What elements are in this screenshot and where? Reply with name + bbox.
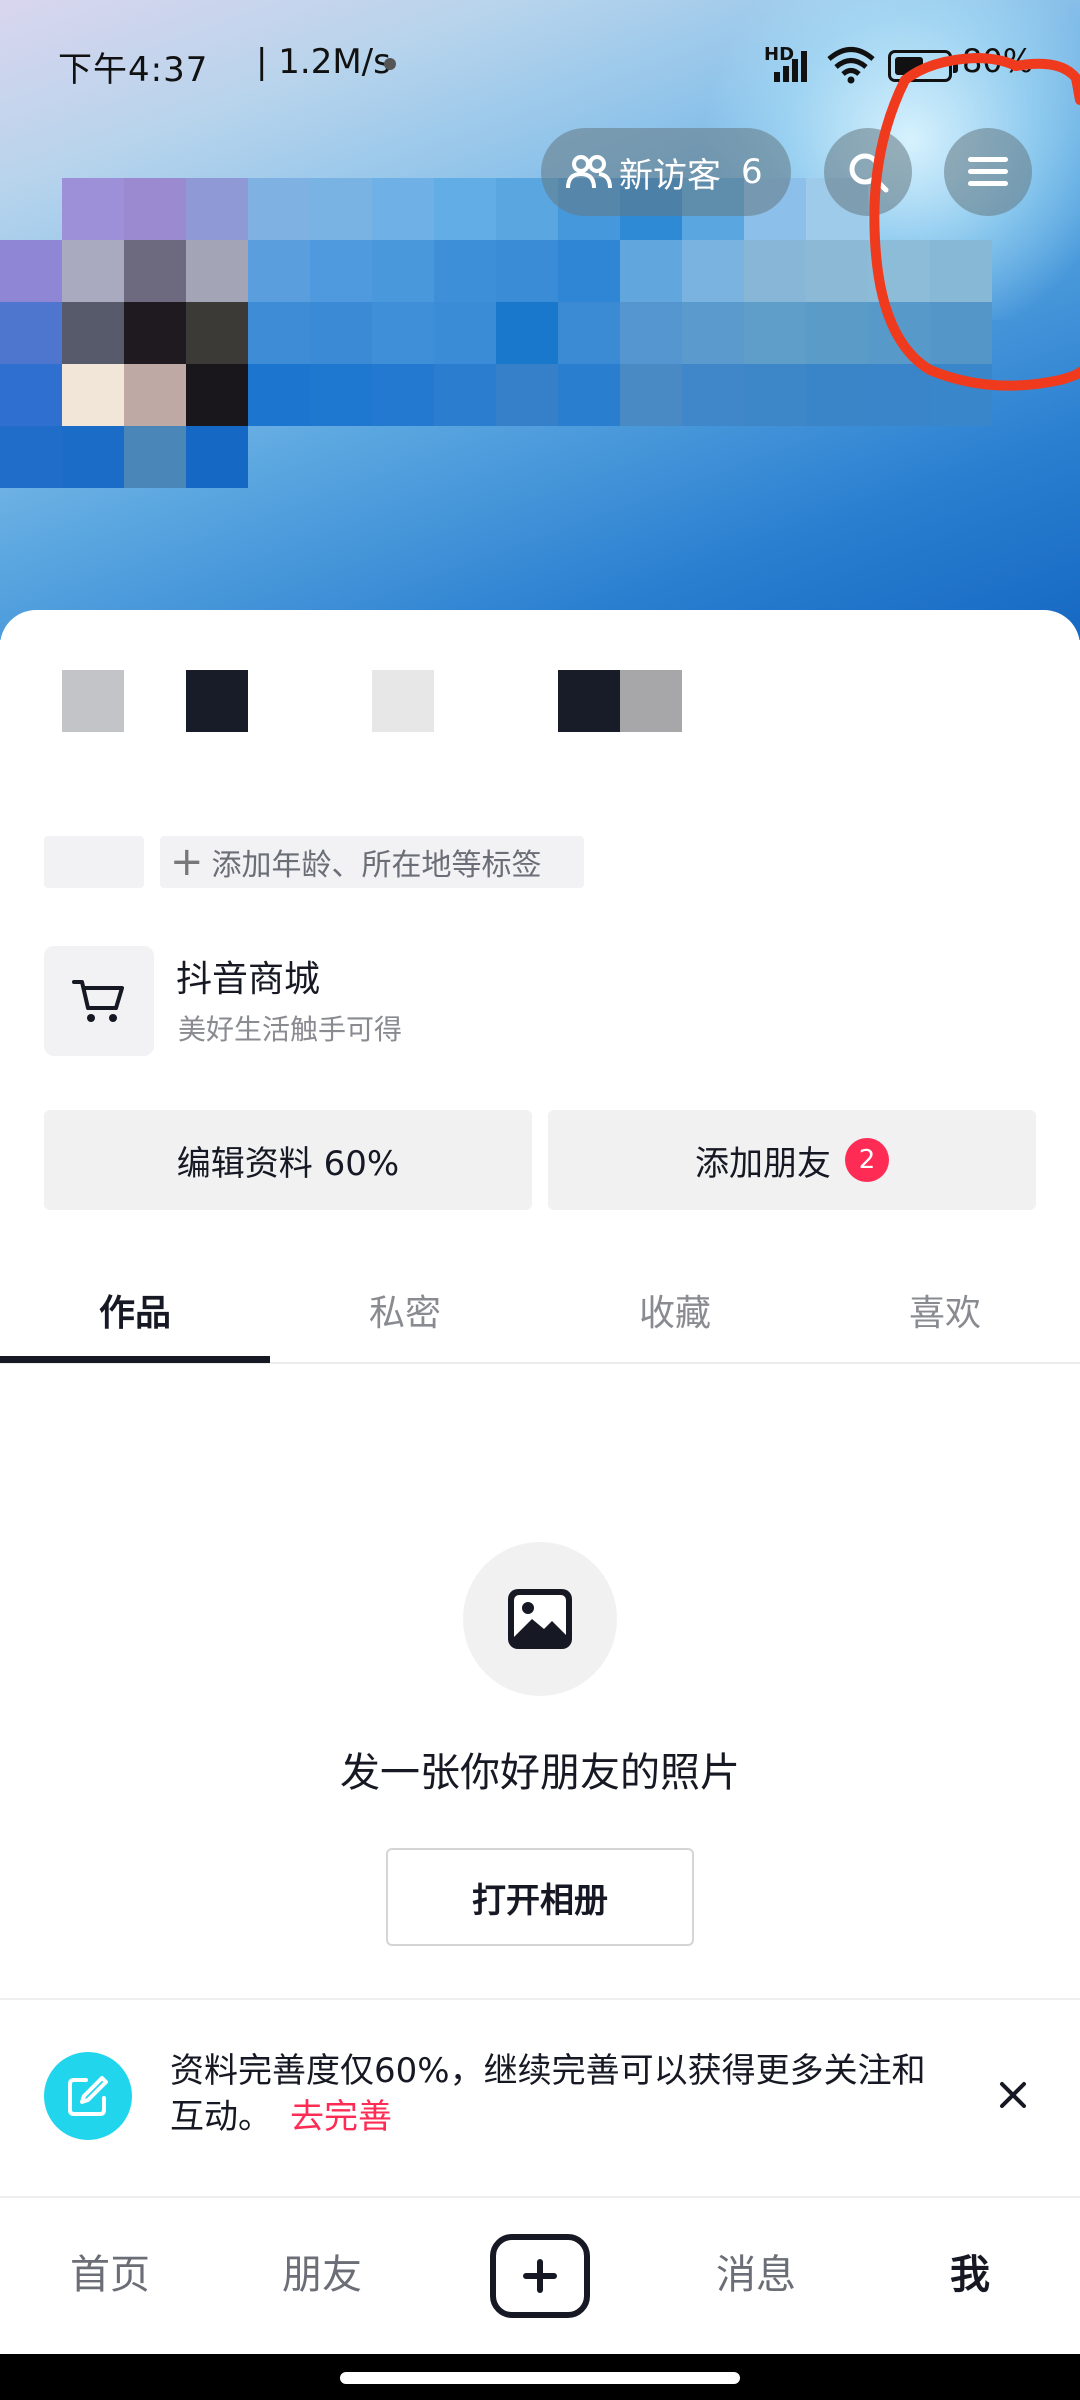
search-icon [849, 153, 889, 193]
complete-profile-link[interactable]: 去完善 [290, 2097, 392, 2137]
empty-state-text: 发一张你好朋友的照片 [340, 1750, 740, 1796]
photo-placeholder [463, 1542, 617, 1696]
new-visitors-count: 6 [741, 152, 763, 192]
battery-icon [888, 50, 958, 82]
menu-button[interactable] [944, 128, 1032, 216]
shopping-cart-icon [72, 980, 124, 1022]
nav-friends[interactable]: 朋友 [282, 2242, 362, 2300]
nav-me[interactable]: 我 [950, 2242, 990, 2300]
notification-dot-icon [384, 58, 396, 70]
home-indicator-bar[interactable] [340, 2372, 740, 2384]
tab-likes[interactable]: 喜欢 [810, 1258, 1080, 1362]
add-friends-label: 添加朋友 [695, 1143, 831, 1184]
cellular-signal-icon [774, 51, 807, 82]
tab-works[interactable]: 作品 [0, 1258, 270, 1362]
add-friends-button[interactable]: 添加朋友 2 [548, 1110, 1036, 1210]
profile-completion-tip: 资料完善度仅60%，继续完善可以获得更多关注和互动。 去完善 [170, 2048, 930, 2140]
close-icon [1000, 2082, 1026, 2108]
tab-private[interactable]: 私密 [270, 1258, 540, 1362]
add-friends-badge: 2 [845, 1138, 889, 1182]
nav-home[interactable]: 首页 [70, 2242, 150, 2300]
status-bar: 下午4:37 | 1.2M/s HD 80% [0, 0, 1080, 130]
edit-profile-button[interactable]: 编辑资料 60% [44, 1110, 532, 1210]
hamburger-menu-icon [968, 157, 1008, 186]
edit-icon [68, 2076, 108, 2116]
section-divider [0, 1998, 1080, 2000]
bottom-navigation: 首页 朋友 消息 我 [0, 2198, 1080, 2354]
content-tabs: 作品 私密 收藏 喜欢 [0, 1258, 1080, 1364]
add-tags-button[interactable]: + 添加年龄、所在地等标签 [160, 836, 584, 888]
douyin-mall-subtitle: 美好生活触手可得 [178, 1013, 403, 1046]
close-tip-button[interactable] [988, 2070, 1038, 2120]
add-tags-label: 添加年龄、所在地等标签 [211, 848, 542, 883]
wifi-icon [827, 47, 875, 84]
active-tab-indicator [0, 1356, 270, 1363]
image-icon [508, 1589, 572, 1649]
blurred-tag[interactable] [44, 836, 144, 888]
status-time: 下午4:37 [58, 50, 209, 90]
search-button[interactable] [824, 128, 912, 216]
new-visitors-button[interactable]: 新访客 6 [541, 128, 791, 216]
douyin-mall-title[interactable]: 抖音商城 [176, 950, 320, 1002]
douyin-mall-tile[interactable] [44, 946, 154, 1056]
status-network-speed: | 1.2M/s [256, 42, 391, 82]
battery-percent: 80% [962, 42, 1034, 80]
create-post-button[interactable] [490, 2234, 590, 2318]
plus-icon [523, 2259, 557, 2293]
tip-icon-circle [44, 2052, 132, 2140]
open-album-button[interactable]: 打开相册 [386, 1848, 694, 1946]
plus-icon: + [170, 839, 204, 885]
nav-messages[interactable]: 消息 [716, 2242, 796, 2300]
new-visitors-label: 新访客 [619, 155, 721, 196]
tip-message: 资料完善度仅60%，继续完善可以获得更多关注和互动。 [170, 2051, 926, 2137]
visitors-icon [566, 155, 612, 189]
tab-favorites[interactable]: 收藏 [540, 1258, 810, 1362]
edit-profile-label: 编辑资料 60% [176, 1143, 400, 1184]
